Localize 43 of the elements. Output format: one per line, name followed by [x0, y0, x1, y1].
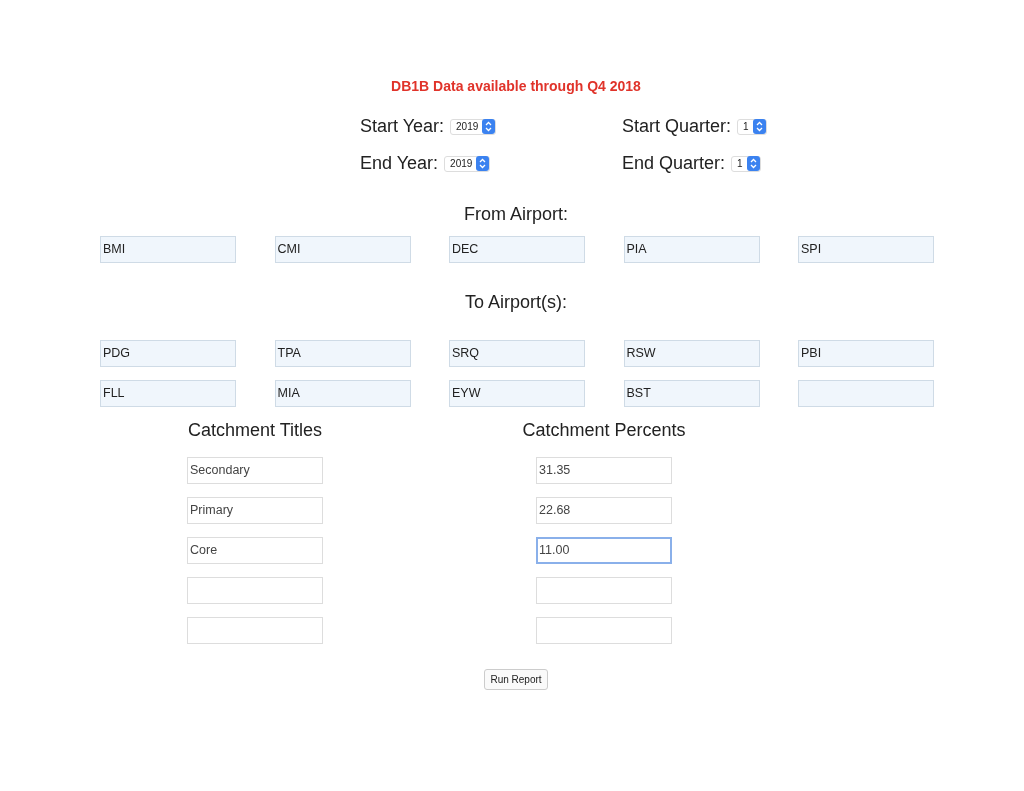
airport-input-field[interactable]: BMI	[100, 236, 236, 263]
section-label: To Airport(s):	[464, 291, 568, 314]
airport-input-field[interactable]: DEC	[449, 236, 585, 263]
airport-input-field[interactable]: PBI	[798, 340, 934, 367]
percent-input-field[interactable]: 22.68	[536, 497, 672, 524]
dropdown-select[interactable]: 1	[737, 118, 767, 135]
airport-input-field[interactable]: EYW	[449, 380, 585, 407]
column-heading: Catchment Percents	[522, 419, 686, 442]
percent-input-field[interactable]	[536, 577, 672, 604]
dropdown-select[interactable]: 2019	[444, 155, 491, 172]
percent-input-field[interactable]: 31.35	[536, 457, 672, 484]
up-down-arrows-icon	[482, 119, 496, 134]
up-down-arrows-icon	[752, 119, 766, 134]
airport-input-field[interactable]: PDG	[100, 340, 236, 367]
section-label: From Airport:	[463, 203, 569, 226]
airport-input-field[interactable]: SRQ	[449, 340, 585, 367]
up-down-arrows-icon	[476, 156, 490, 171]
field-label: End Year:	[360, 152, 439, 175]
field-label: Start Year:	[360, 115, 445, 138]
airport-input-field[interactable]: RSW	[623, 340, 760, 367]
percent-input-field[interactable]: 11.00	[536, 537, 672, 564]
field-label: End Quarter:	[622, 152, 726, 175]
airport-input-field[interactable]: TPA	[274, 340, 411, 367]
title-input-field[interactable]: Core	[187, 537, 323, 564]
field-label: Start Quarter:	[622, 115, 732, 138]
title-input-field[interactable]: Primary	[187, 497, 323, 524]
airport-input-field[interactable]: PIA	[623, 236, 760, 263]
title-input-field[interactable]	[187, 577, 323, 604]
title-input-field[interactable]	[187, 617, 323, 644]
airport-input-field[interactable]: BST	[623, 380, 760, 407]
data-availability-notice: DB1B Data available through Q4 2018	[390, 77, 642, 96]
airport-input-field[interactable]	[798, 380, 934, 407]
airport-input-field[interactable]: MIA	[274, 380, 411, 407]
run-report-button[interactable]: Run Report	[484, 669, 548, 690]
airport-input-field[interactable]: CMI	[274, 236, 411, 263]
title-input-field[interactable]: Secondary	[187, 457, 323, 484]
dropdown-select[interactable]: 2019	[450, 118, 497, 135]
up-down-arrows-icon	[746, 156, 760, 171]
dropdown-select[interactable]: 1	[731, 155, 761, 172]
airport-input-field[interactable]: SPI	[798, 236, 934, 263]
column-heading: Catchment Titles	[187, 419, 323, 442]
percent-input-field[interactable]	[536, 617, 672, 644]
airport-input-field[interactable]: FLL	[100, 380, 236, 407]
